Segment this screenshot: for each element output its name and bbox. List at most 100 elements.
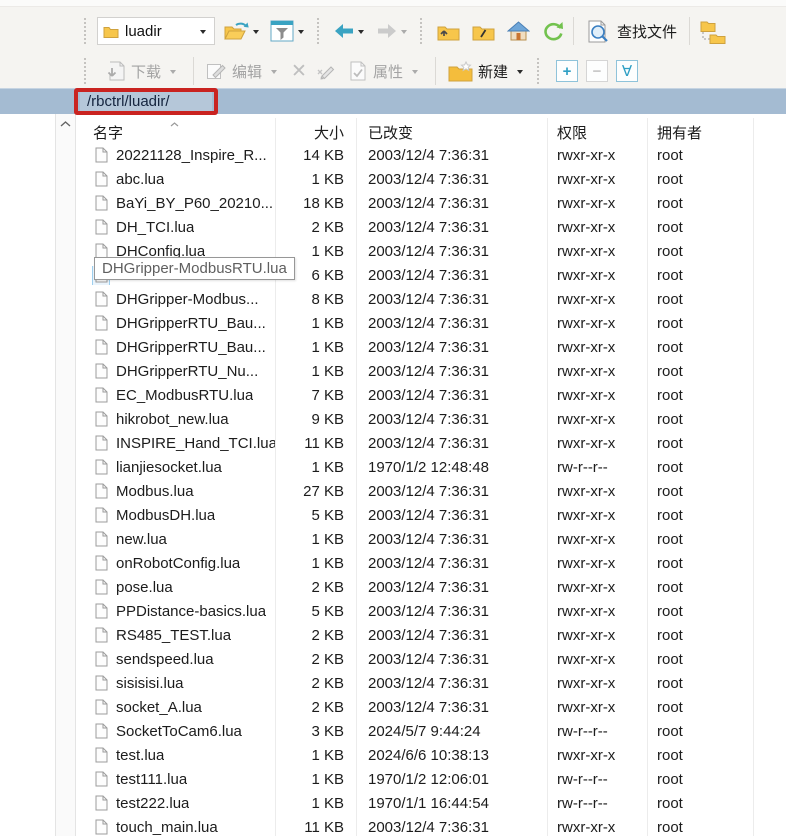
toolbar-grip[interactable] [84,58,91,84]
select-filter-button[interactable]: ∀ [616,60,638,82]
table-row[interactable]: pose.lua 2 KB 2003/12/4 7:36:31 rwxr-xr-… [78,575,786,599]
header-changed[interactable]: 已改变 [356,122,547,143]
refresh-button[interactable] [542,21,564,41]
properties-dropdown-icon[interactable] [412,70,418,74]
download-dropdown-icon[interactable] [170,70,176,74]
file-name: test111.lua [116,771,187,788]
table-row[interactable]: DH_TCI.lua 2 KB 2003/12/4 7:36:31 rwxr-x… [78,215,786,239]
cell-owner: root [647,147,753,164]
root-directory-button[interactable] [472,22,495,41]
file-icon [93,794,109,813]
cell-size: 5 KB [275,603,356,620]
toolbar-grip[interactable] [317,18,324,44]
table-row[interactable]: test111.lua 1 KB 1970/1/2 12:06:01 rw-r-… [78,767,786,791]
cell-name: DHGripperRTU_Nu... [78,362,275,381]
add-bookmark-button[interactable]: + [556,60,578,82]
table-row[interactable]: onRobotConfig.lua 1 KB 2003/12/4 7:36:31… [78,551,786,575]
new-dropdown-icon[interactable] [517,70,523,74]
cell-size: 1 KB [275,771,356,788]
cell-size: 11 KB [275,435,356,452]
find-files-button[interactable]: 查找文件 [583,18,680,45]
forward-dropdown-icon[interactable] [401,30,407,34]
file-icon [93,338,109,357]
table-row[interactable]: RS485_TEST.lua 2 KB 2003/12/4 7:36:31 rw… [78,623,786,647]
table-row[interactable]: test222.lua 1 KB 1970/1/1 16:44:54 rw-r-… [78,791,786,815]
table-row[interactable]: test.lua 1 KB 2024/6/6 10:38:13 rwxr-xr-… [78,743,786,767]
header-owner[interactable]: 拥有者 [647,122,753,143]
file-name: test.lua [116,747,164,764]
cell-rights: rwxr-xr-x [547,243,647,260]
table-row[interactable]: Modbus.lua 27 KB 2003/12/4 7:36:31 rwxr-… [78,479,786,503]
table-row[interactable]: BaYi_BY_P60_20210... 18 KB 2003/12/4 7:3… [78,191,786,215]
file-name: BaYi_BY_P60_20210... [116,195,273,212]
cell-name: pose.lua [78,578,275,597]
cell-rights: rwxr-xr-x [547,507,647,524]
back-button[interactable] [334,23,354,39]
download-button[interactable]: 下载 [101,59,184,84]
cell-owner: root [647,483,753,500]
cell-changed: 2003/12/4 7:36:31 [356,555,547,572]
synchronize-browsing-button[interactable] [699,19,726,44]
edit-button[interactable]: 编辑 [203,59,285,84]
table-row[interactable]: lianjiesocket.lua 1 KB 1970/1/2 12:48:48… [78,455,786,479]
table-row[interactable]: DHGripperRTU_Nu... 1 KB 2003/12/4 7:36:3… [78,359,786,383]
table-row[interactable]: INSPIRE_Hand_TCI.lua 11 KB 2003/12/4 7:3… [78,431,786,455]
edit-dropdown-icon[interactable] [271,70,277,74]
table-row[interactable]: SocketToCam6.lua 3 KB 2024/5/7 9:44:24 r… [78,719,786,743]
table-row[interactable]: socket_A.lua 2 KB 2003/12/4 7:36:31 rwxr… [78,695,786,719]
cell-size: 8 KB [275,291,356,308]
cell-name: lianjiesocket.lua [78,458,275,477]
cell-changed: 2003/12/4 7:36:31 [356,339,547,356]
cell-name: Modbus.lua [78,482,275,501]
table-row[interactable]: DHGripperRTU_Bau... 1 KB 2003/12/4 7:36:… [78,335,786,359]
table-row[interactable]: EC_ModbusRTU.lua 7 KB 2003/12/4 7:36:31 … [78,383,786,407]
combobox-dropdown-icon[interactable] [200,30,206,34]
cell-name: PPDistance-basics.lua [78,602,275,621]
toolbar-grip[interactable] [537,58,544,84]
file-icon [93,314,109,333]
table-row[interactable]: 20221128_Inspire_R... 14 KB 2003/12/4 7:… [78,143,786,167]
toolbar-grip[interactable] [84,18,91,44]
scrollbar-up-button[interactable] [56,114,75,134]
table-row[interactable]: hikrobot_new.lua 9 KB 2003/12/4 7:36:31 … [78,407,786,431]
filter-dropdown-icon[interactable] [298,30,304,34]
forward-button[interactable] [377,23,397,39]
header-name[interactable]: 名字 [78,122,275,143]
open-directory-dropdown-icon[interactable] [253,30,259,34]
cell-owner: root [647,507,753,524]
parent-directory-button[interactable] [437,22,460,41]
table-row[interactable]: DHGripperRTU_Bau... 1 KB 2003/12/4 7:36:… [78,311,786,335]
header-size[interactable]: 大小 [275,122,356,143]
cell-changed: 2003/12/4 7:36:31 [356,483,547,500]
table-row[interactable]: touch_main.lua 11 KB 2003/12/4 7:36:31 r… [78,815,786,836]
toolbar-grip[interactable] [420,18,427,44]
vertical-scrollbar[interactable] [55,114,76,836]
table-row[interactable]: ModbusDH.lua 5 KB 2003/12/4 7:36:31 rwxr… [78,503,786,527]
delete-icon[interactable]: ✕ [291,62,307,81]
directory-combobox[interactable]: luadir [97,17,215,45]
remove-bookmark-button[interactable]: − [586,60,608,82]
cell-owner: root [647,819,753,836]
table-row[interactable]: sisisisi.lua 2 KB 2003/12/4 7:36:31 rwxr… [78,671,786,695]
table-row[interactable]: sendspeed.lua 2 KB 2003/12/4 7:36:31 rwx… [78,647,786,671]
filter-button[interactable] [270,20,294,42]
header-rights[interactable]: 权限 [547,122,647,143]
cell-changed: 2003/12/4 7:36:31 [356,651,547,668]
table-row[interactable]: DHGripper-Modbus... 8 KB 2003/12/4 7:36:… [78,287,786,311]
table-row[interactable]: abc.lua 1 KB 2003/12/4 7:36:31 rwxr-xr-x… [78,167,786,191]
current-path[interactable]: /rbctrl/luadir/ [80,91,212,113]
new-button[interactable]: 新建 [445,59,531,84]
rename-icon[interactable] [317,62,337,80]
table-row[interactable]: new.lua 1 KB 2003/12/4 7:36:31 rwxr-xr-x… [78,527,786,551]
table-row[interactable]: PPDistance-basics.lua 5 KB 2003/12/4 7:3… [78,599,786,623]
cell-name: sisisisi.lua [78,674,275,693]
properties-button[interactable]: 属性 [345,59,426,84]
cell-owner: root [647,651,753,668]
toolbar-separator [435,57,436,85]
home-directory-button[interactable] [507,21,530,41]
file-name: INSPIRE_Hand_TCI.lua [116,435,275,452]
cell-size: 1 KB [275,363,356,380]
cell-rights: rwxr-xr-x [547,411,647,428]
back-dropdown-icon[interactable] [358,30,364,34]
open-directory-button[interactable] [223,20,249,42]
